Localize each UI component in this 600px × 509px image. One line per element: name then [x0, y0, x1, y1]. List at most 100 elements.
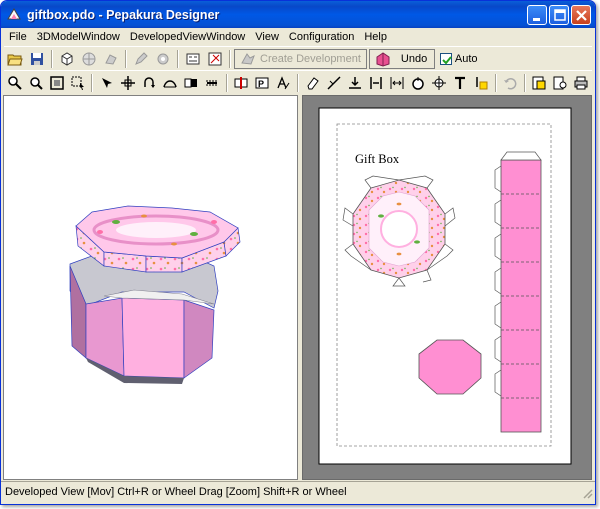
- menu-file[interactable]: File: [4, 31, 32, 43]
- save-button[interactable]: [26, 48, 48, 70]
- close-button[interactable]: [571, 5, 591, 25]
- print-button[interactable]: [571, 72, 592, 94]
- zoom-tool-button[interactable]: [4, 72, 25, 94]
- flap-icon: [206, 80, 219, 85]
- fold-line-button[interactable]: [231, 72, 252, 94]
- create-development-button[interactable]: Create Development: [234, 48, 367, 69]
- fold-line-icon: [234, 76, 248, 89]
- status-bar: Developed View [Mov] Ctrl+R or Wheel Dra…: [1, 481, 595, 501]
- text-tool-button[interactable]: [450, 72, 471, 94]
- maximize-icon: [554, 9, 566, 21]
- text-icon: [455, 76, 466, 89]
- line-tool-button[interactable]: [323, 72, 344, 94]
- gift-box-3d-model: [69, 205, 241, 384]
- circle-tool-button[interactable]: [407, 72, 428, 94]
- separator: [51, 49, 53, 68]
- menu-view[interactable]: View: [250, 31, 284, 43]
- open-button[interactable]: [4, 48, 26, 70]
- texture-tool-button[interactable]: [100, 48, 122, 70]
- base-octagon: [418, 339, 482, 395]
- menu-bar: File 3DModelWindow DevelopedViewWindow V…: [1, 28, 595, 46]
- globe-icon: [82, 52, 96, 65]
- create-development-icon: [241, 52, 255, 65]
- zoom-out-button[interactable]: [25, 72, 46, 94]
- separator: [91, 73, 94, 92]
- flap-edit-button[interactable]: [202, 72, 223, 94]
- print-preview-icon: [553, 76, 567, 89]
- pepakura-app-icon: [7, 7, 21, 19]
- close-icon: [576, 10, 587, 21]
- app-window: giftbox.pdo - Pepakura Designer File 3DM…: [0, 0, 596, 505]
- separator: [297, 73, 300, 92]
- 3d-model-view[interactable]: [3, 95, 298, 480]
- edge-id-icon: [208, 52, 222, 65]
- select-icon: [71, 76, 84, 90]
- move-parts-button[interactable]: [117, 72, 138, 94]
- eraser-icon: [306, 76, 319, 89]
- create-development-label: Create Development: [260, 52, 361, 65]
- paint-tool-button[interactable]: P: [252, 72, 273, 94]
- curve-icon: [163, 79, 177, 87]
- gear-icon: [157, 53, 169, 64]
- join-tool-button[interactable]: [181, 72, 202, 94]
- undo-icon: [376, 51, 390, 67]
- tool-toolbar: P: [4, 70, 592, 94]
- rotate-icon: [144, 76, 155, 88]
- move-arrow-icon: [101, 77, 112, 88]
- texture-icon: [105, 53, 117, 65]
- eraser-tool-button[interactable]: [302, 72, 323, 94]
- compass-icon: [432, 75, 447, 90]
- page-setup-icon: [532, 76, 546, 89]
- status-text: Developed View [Mov] Ctrl+R or Wheel Dra…: [5, 485, 347, 498]
- title-bar[interactable]: giftbox.pdo - Pepakura Designer: [1, 1, 595, 28]
- pencil-tool-button[interactable]: [130, 48, 152, 70]
- menu-developedviewwindow[interactable]: DevelopedViewWindow: [125, 31, 250, 43]
- distribute-tool-button[interactable]: [365, 72, 386, 94]
- frame-icon: [49, 75, 64, 90]
- paint-icon: P: [255, 77, 269, 89]
- auto-label: Auto: [454, 52, 478, 65]
- number-icon: [186, 53, 200, 64]
- auto-checkbox[interactable]: Auto: [439, 52, 478, 65]
- join-icon: [184, 78, 198, 87]
- developed-view[interactable]: Gift Box: [302, 95, 592, 480]
- printer-icon: [574, 76, 588, 89]
- print-preview-button[interactable]: [550, 72, 571, 94]
- rotate-part-button[interactable]: [428, 72, 449, 94]
- page-setup-button[interactable]: [529, 72, 550, 94]
- move-tool-button[interactable]: [96, 72, 117, 94]
- curve-tool-button[interactable]: [160, 72, 181, 94]
- edge-id-button[interactable]: [204, 48, 226, 70]
- globe-tool-button[interactable]: [78, 48, 100, 70]
- text-style-icon: [277, 75, 290, 89]
- maximize-button[interactable]: [549, 5, 569, 25]
- scale-tool-button[interactable]: [386, 72, 407, 94]
- flap-tool-button[interactable]: [152, 48, 174, 70]
- fit-view-button[interactable]: [46, 72, 67, 94]
- cube-icon: [61, 51, 73, 66]
- undo-button[interactable]: Undo: [368, 48, 435, 69]
- magnifier-icon: [29, 76, 43, 90]
- scale-icon: [390, 76, 404, 89]
- undo-tool-button[interactable]: [500, 72, 521, 94]
- gift-box-text-label: Gift Box: [355, 152, 400, 166]
- open-folder-icon: [7, 54, 23, 65]
- image-tool-button[interactable]: [471, 72, 492, 94]
- minimize-button[interactable]: [527, 5, 547, 25]
- number-tool-button[interactable]: [182, 48, 204, 70]
- separator: [229, 49, 231, 68]
- select-tool-button[interactable]: [67, 72, 88, 94]
- window-title: giftbox.pdo - Pepakura Designer: [27, 7, 220, 22]
- resize-grip-icon[interactable]: [581, 487, 593, 499]
- image-icon: [476, 76, 488, 89]
- menu-3dmodelwindow[interactable]: 3DModelWindow: [32, 31, 125, 43]
- menu-configuration[interactable]: Configuration: [284, 31, 359, 43]
- auto-checkbox-box[interactable]: [439, 52, 452, 65]
- menu-help[interactable]: Help: [359, 31, 392, 43]
- separator: [494, 73, 497, 92]
- align-tool-button[interactable]: [344, 72, 365, 94]
- check-icon: [442, 55, 452, 64]
- text-style-button[interactable]: [273, 72, 294, 94]
- unfold-button[interactable]: [56, 48, 78, 70]
- rotate-tool-button[interactable]: [138, 72, 159, 94]
